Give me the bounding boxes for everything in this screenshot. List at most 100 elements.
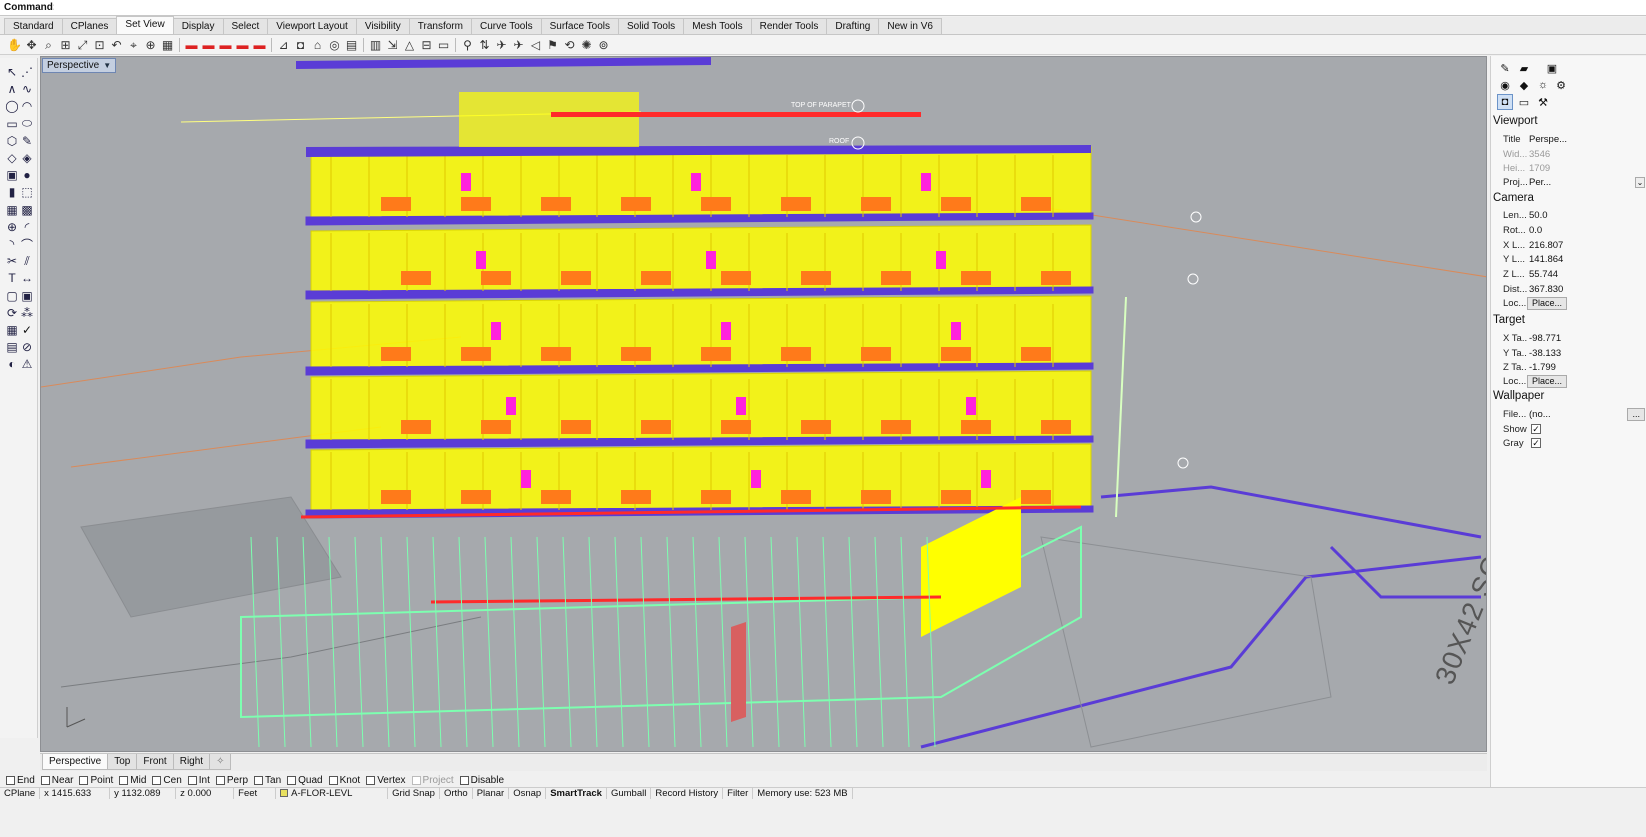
osnap-checkbox[interactable] bbox=[187, 776, 197, 785]
osnap-point[interactable]: Point bbox=[79, 775, 113, 786]
tab-cplanes[interactable]: CPlanes bbox=[61, 18, 118, 34]
turntable-icon[interactable]: ⟲ bbox=[561, 37, 578, 53]
status-grid-snap[interactable]: Grid Snap bbox=[388, 788, 440, 799]
named-view-icon[interactable]: ▦ bbox=[159, 37, 176, 53]
check-icon[interactable]: ✓ bbox=[19, 322, 35, 338]
osnap-tan[interactable]: Tan bbox=[254, 775, 281, 786]
tab-set-view[interactable]: Set View bbox=[116, 16, 174, 34]
curve-icon[interactable]: ∿ bbox=[19, 81, 35, 97]
group-icon[interactable]: ▢ bbox=[4, 288, 20, 304]
parallel-icon[interactable]: ⇲ bbox=[384, 37, 401, 53]
status-filter[interactable]: Filter bbox=[723, 788, 754, 799]
elevator-icon[interactable]: ⇅ bbox=[476, 37, 493, 53]
perspective-icon[interactable]: △ bbox=[401, 37, 418, 53]
sun-icon[interactable]: ✺ bbox=[578, 37, 595, 53]
osnap-checkbox[interactable] bbox=[79, 776, 89, 785]
osnap-disable[interactable]: Disable bbox=[459, 775, 504, 786]
display-icon[interactable]: ▣ bbox=[1544, 60, 1560, 76]
car-red-icon[interactable]: ▬ bbox=[200, 37, 217, 53]
prop-title-value[interactable]: Perspe... bbox=[1527, 134, 1645, 145]
add-viewport-tab-icon[interactable]: ✧ bbox=[209, 754, 232, 770]
osnap-checkbox[interactable] bbox=[152, 776, 162, 785]
tab-new-in-v6[interactable]: New in V6 bbox=[878, 18, 942, 34]
osnap-cen[interactable]: Cen bbox=[152, 775, 182, 786]
show-wallpaper-checkbox[interactable]: ✓ bbox=[1531, 424, 1541, 434]
y-target-value[interactable]: -38.133 bbox=[1527, 348, 1645, 359]
plane-icon[interactable]: ✈ bbox=[510, 37, 527, 53]
two-point-icon[interactable]: ⊟ bbox=[418, 37, 435, 53]
person-walk-icon[interactable]: ⚑ bbox=[544, 37, 561, 53]
extrude-icon[interactable]: ⬚ bbox=[19, 184, 35, 200]
rectangle-icon[interactable]: ▭ bbox=[4, 116, 20, 132]
osnap-int[interactable]: Int bbox=[187, 775, 210, 786]
cage-icon[interactable]: ▩ bbox=[19, 202, 35, 218]
block-icon[interactable]: ▣ bbox=[19, 288, 35, 304]
zoom-extents-icon[interactable]: ⤢ bbox=[74, 37, 91, 53]
osnap-knot[interactable]: Knot bbox=[328, 775, 360, 786]
select-icon[interactable]: ↖ bbox=[4, 64, 20, 80]
x-target-value[interactable]: -98.771 bbox=[1527, 333, 1645, 344]
tab-surface-tools[interactable]: Surface Tools bbox=[540, 18, 619, 34]
osnap-checkbox[interactable] bbox=[215, 776, 225, 785]
array-icon[interactable]: ⁂ bbox=[19, 305, 35, 321]
camera-place-button[interactable]: Place... bbox=[1527, 296, 1568, 310]
folder-icon[interactable]: ▰ bbox=[1516, 60, 1532, 76]
z-location-value[interactable]: 55.744 bbox=[1527, 269, 1645, 280]
distance-value[interactable]: 367.830 bbox=[1527, 284, 1645, 295]
viewport-tab-front[interactable]: Front bbox=[136, 754, 174, 770]
walkabout-icon[interactable]: ⚲ bbox=[459, 37, 476, 53]
fillet-icon[interactable]: ◜ bbox=[19, 219, 35, 235]
status-units[interactable]: Feet bbox=[234, 788, 277, 799]
tab-transform[interactable]: Transform bbox=[408, 18, 472, 34]
chevron-down-icon[interactable]: ⌄ bbox=[1635, 176, 1645, 188]
tab-solid-tools[interactable]: Solid Tools bbox=[618, 18, 685, 34]
lens-value[interactable]: 50.0 bbox=[1527, 210, 1645, 221]
frame-icon[interactable]: ▭ bbox=[1516, 94, 1532, 110]
tab-mesh-tools[interactable]: Mesh Tools bbox=[683, 18, 752, 34]
pan-icon[interactable]: ✋ bbox=[6, 37, 23, 53]
zoom-icon[interactable]: ⌕ bbox=[40, 37, 57, 53]
osnap-checkbox[interactable] bbox=[254, 776, 264, 785]
orbit-icon[interactable]: ⊚ bbox=[595, 37, 612, 53]
status-record-history[interactable]: Record History bbox=[651, 788, 724, 799]
zoom-all-icon[interactable]: ⊕ bbox=[142, 37, 159, 53]
sphere-icon[interactable]: ● bbox=[19, 167, 35, 183]
wallpaper-file-value[interactable]: (no... bbox=[1527, 409, 1627, 420]
command-input[interactable] bbox=[54, 0, 1646, 15]
viewport-tab-perspective[interactable]: Perspective bbox=[42, 754, 109, 770]
status-layer[interactable]: A-FLOR-LEVL bbox=[276, 788, 389, 799]
tab-select[interactable]: Select bbox=[222, 18, 269, 34]
tab-visibility[interactable]: Visibility bbox=[355, 18, 410, 34]
freeform-icon[interactable]: ✎ bbox=[19, 133, 35, 149]
osnap-end[interactable]: End bbox=[6, 775, 35, 786]
dimension-icon[interactable]: ↔ bbox=[19, 270, 35, 286]
text-icon[interactable]: T bbox=[4, 270, 20, 286]
osnap-vertex[interactable]: Vertex bbox=[366, 775, 406, 786]
undo-view-icon[interactable]: ↶ bbox=[108, 37, 125, 53]
set-target-icon[interactable]: ◎ bbox=[326, 37, 343, 53]
arc-icon[interactable]: ◠ bbox=[19, 98, 35, 114]
chevron-down-icon[interactable]: ▼ bbox=[103, 61, 111, 70]
circle-icon[interactable]: ◯ bbox=[4, 98, 20, 114]
layer-icon[interactable]: ▤ bbox=[4, 339, 20, 355]
x-location-value[interactable]: 216.807 bbox=[1527, 240, 1645, 251]
y-location-value[interactable]: 141.864 bbox=[1527, 254, 1645, 265]
gear-icon[interactable]: ⚙ bbox=[1553, 77, 1569, 93]
bird-icon[interactable]: ✈ bbox=[493, 37, 510, 53]
perspective-viewport[interactable]: Perspective ▼ TOP OF PARAPET ROOF 30X42 S… bbox=[40, 56, 1487, 752]
mesh-icon[interactable]: ▦ bbox=[4, 202, 20, 218]
polyline-icon[interactable]: ∧ bbox=[4, 81, 20, 97]
tab-drafting[interactable]: Drafting bbox=[826, 18, 880, 34]
status-gumball[interactable]: Gumball bbox=[607, 788, 652, 799]
tab-render-tools[interactable]: Render Tools bbox=[750, 18, 828, 34]
grid-icon[interactable]: ▦ bbox=[4, 322, 20, 338]
fish-icon[interactable]: ◁ bbox=[527, 37, 544, 53]
set-camera-icon[interactable]: ⊿ bbox=[275, 37, 292, 53]
material-icon[interactable]: ◉ bbox=[1497, 77, 1513, 93]
target-place-button[interactable]: Place... bbox=[1527, 374, 1568, 388]
boolean-icon[interactable]: ⊕ bbox=[4, 219, 20, 235]
zoom-target-icon[interactable]: ⌖ bbox=[125, 37, 142, 53]
tab-display[interactable]: Display bbox=[172, 18, 224, 34]
tab-curve-tools[interactable]: Curve Tools bbox=[470, 18, 542, 34]
polygon-icon[interactable]: ⬡ bbox=[4, 133, 20, 149]
